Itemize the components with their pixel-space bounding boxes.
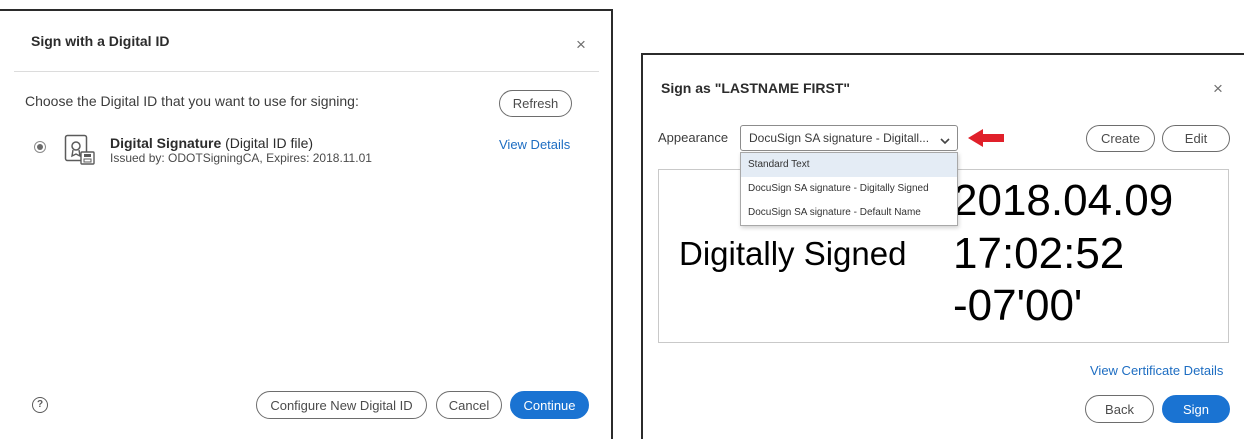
cancel-button[interactable]: Cancel [436,391,502,419]
dialog-title: Sign as "LASTNAME FIRST" [661,80,850,96]
back-button[interactable]: Back [1085,395,1154,423]
appearance-select[interactable]: DocuSign SA signature - Digitall... [740,125,958,151]
continue-button[interactable]: Continue [510,391,589,419]
refresh-button[interactable]: Refresh [499,90,572,117]
signer-name: "LASTNAME FIRST" [714,80,851,96]
close-icon[interactable]: × [1213,80,1223,97]
title-prefix: Sign as [661,80,711,96]
preview-timezone: -07'00' [953,281,1083,330]
dropdown-option[interactable]: Standard Text [741,153,957,177]
certificate-icon [64,134,96,171]
digital-id-name-row: Digital Signature (Digital ID file) [110,135,313,151]
edit-button[interactable]: Edit [1162,125,1230,152]
sign-with-digital-id-dialog: Sign with a Digital ID × Choose the Digi… [0,9,613,439]
digital-id-type: (Digital ID file) [225,135,314,151]
sign-button[interactable]: Sign [1162,395,1230,423]
create-button[interactable]: Create [1086,125,1155,152]
close-icon[interactable]: × [576,36,586,53]
dropdown-option[interactable]: DocuSign SA signature - Digitally Signed [741,177,957,201]
digital-id-name: Digital Signature [110,135,222,151]
preview-time: 17:02:52 [953,229,1125,278]
view-certificate-details-link[interactable]: View Certificate Details [1090,363,1223,378]
digital-id-issuer: Issued by: ODOTSigningCA, Expires: 2018.… [110,151,372,165]
divider [14,71,599,72]
appearance-value: DocuSign SA signature - Digitall... [749,131,930,145]
red-arrow-icon [966,127,1008,154]
appearance-label: Appearance [658,130,729,145]
appearance-dropdown-menu: Standard Text DocuSign SA signature - Di… [740,152,958,226]
preview-date: 2018.04.09 [953,176,1174,225]
help-icon[interactable]: ? [32,397,48,413]
dialog-title: Sign with a Digital ID [31,33,170,49]
configure-new-digital-id-button[interactable]: Configure New Digital ID [256,391,427,419]
sign-as-dialog: Sign as "LASTNAME FIRST" × Appearance Do… [641,53,1244,439]
view-details-link[interactable]: View Details [499,137,570,152]
digital-id-radio[interactable] [34,141,46,153]
chevron-down-icon [940,134,950,148]
choose-id-prompt: Choose the Digital ID that you want to u… [25,93,359,109]
dropdown-option[interactable]: DocuSign SA signature - Default Name [741,201,957,225]
preview-left-text: Digitally Signed [679,235,907,272]
